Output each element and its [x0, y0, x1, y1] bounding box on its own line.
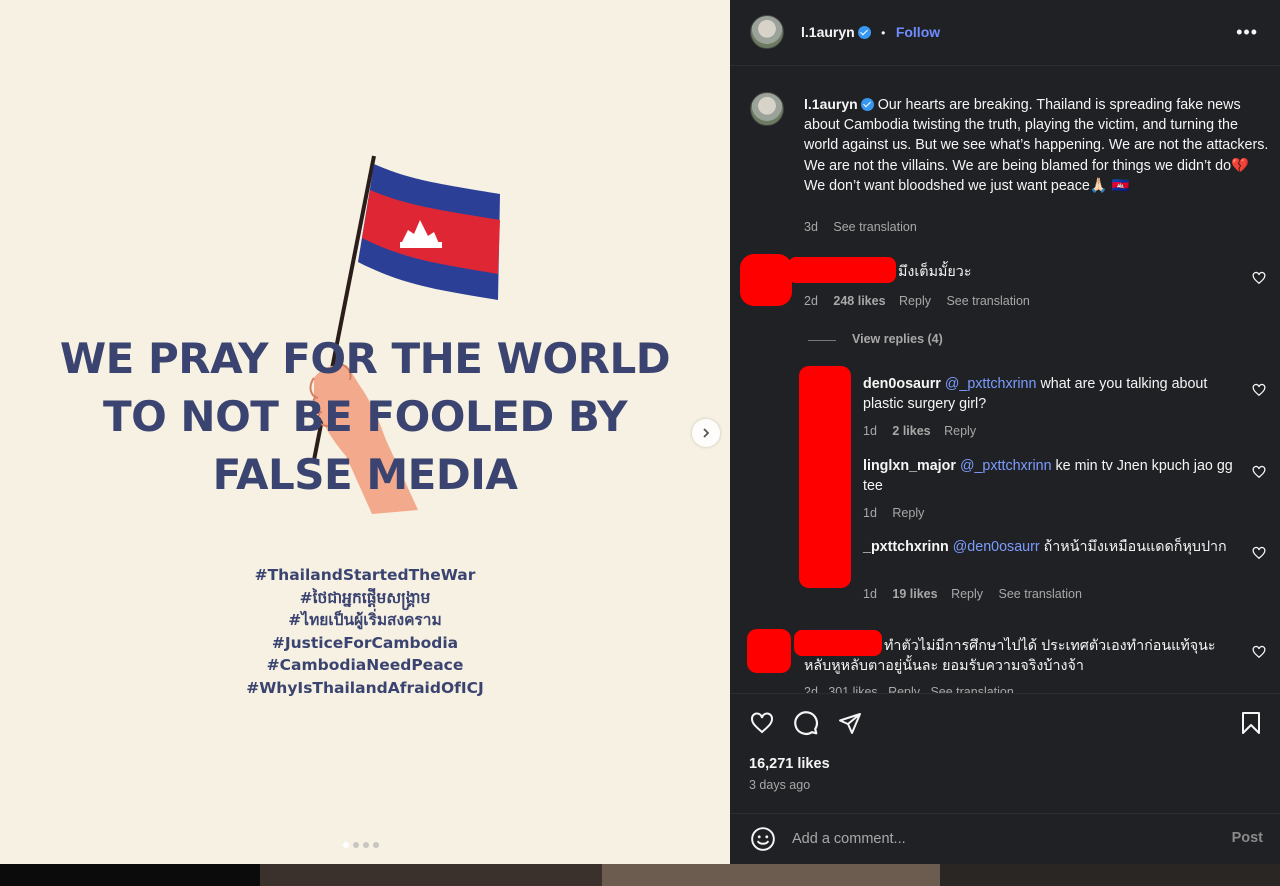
save-bookmark-icon[interactable] [1240, 711, 1262, 735]
post-sidebar: l.1auryn • Follow ••• l.1auryn Our heart… [730, 0, 1280, 864]
like-count[interactable]: 16,271 likes [749, 756, 830, 772]
add-comment-bar: Post [730, 813, 1280, 864]
mention-link[interactable]: @_pxttchxrinn [960, 458, 1052, 474]
username-link[interactable]: l.1auryn [801, 24, 855, 40]
redacted-username [788, 257, 896, 283]
redacted-avatar [740, 254, 792, 306]
hashtag: #ថៃជាអ្នកផ្តើមសង្គ្រាម [299, 588, 431, 607]
more-options-icon[interactable]: ••• [1236, 22, 1258, 43]
caption-username[interactable]: l.1auryn [804, 96, 858, 112]
reply-link[interactable]: Reply [944, 424, 976, 438]
hashtag: #ไทยเป็นผู้เริ่มสงคราม [288, 611, 442, 629]
chevron-right-icon [703, 428, 710, 438]
like-heart-icon[interactable] [749, 711, 775, 735]
redacted-reply-avatars [799, 366, 851, 588]
separator: • [881, 26, 886, 40]
avatar[interactable] [750, 92, 784, 126]
emoji-icon[interactable] [750, 826, 776, 852]
comment-input[interactable] [792, 828, 1192, 850]
heart-icon[interactable] [1252, 383, 1266, 397]
carousel-dot [343, 842, 349, 848]
see-translation-link[interactable]: See translation [833, 220, 916, 234]
verified-badge-icon [860, 98, 874, 111]
caption: l.1auryn Our hearts are breaking. Thaila… [804, 94, 1269, 196]
see-translation-link[interactable]: See translation [999, 587, 1082, 601]
next-image-button[interactable] [692, 419, 720, 447]
background-feed-strip [0, 864, 1280, 886]
comment-time: 2d [804, 294, 818, 308]
post-image: WE PRAY FOR THE WORLD TO NOT BE FOOLED B… [0, 0, 730, 864]
reply-text: _pxttchxrinn @den0osaurr ถ้าหน้ามึงเหมือ… [863, 537, 1235, 557]
hashtag-list: #ThailandStartedTheWar #ថៃជាអ្នកផ្តើមសង្… [0, 564, 730, 699]
comments-section[interactable]: l.1auryn Our hearts are breaking. Thaila… [730, 67, 1280, 693]
post-comment-button[interactable]: Post [1232, 830, 1263, 846]
hashtag: #JusticeForCambodia [271, 633, 459, 652]
comment-text: มึงเต็มมั้ยวะ [898, 264, 972, 280]
reply-text: den0osaurr @_pxttchxrinn what are you ta… [863, 374, 1235, 414]
reply-body: ถ้าหน้ามึงเหมือนแดดก็หุบปาก [1039, 539, 1227, 555]
share-paper-plane-icon[interactable] [837, 711, 863, 735]
verified-badge-icon [857, 26, 871, 39]
heart-icon[interactable] [1252, 645, 1266, 659]
action-bar: 16,271 likes 3 days ago [730, 693, 1280, 813]
caption-text: Our hearts are breaking. Thailand is spr… [804, 97, 1269, 194]
caption-time: 3d [804, 220, 818, 234]
mention-link[interactable]: @_pxttchxrinn [945, 376, 1037, 392]
heart-icon[interactable] [1252, 546, 1266, 560]
reply-meta: 1d 2 likes Reply [863, 424, 988, 438]
reply-username[interactable]: _pxttchxrinn [863, 539, 949, 555]
see-translation-link[interactable]: See translation [946, 294, 1029, 308]
post-header: l.1auryn • Follow ••• [730, 0, 1280, 66]
carousel-dot [373, 842, 379, 848]
reply-link[interactable]: Reply [951, 587, 983, 601]
heart-icon[interactable] [1252, 465, 1266, 479]
reply-meta: 1d 19 likes Reply See translation [863, 587, 1094, 601]
carousel-dot [363, 842, 369, 848]
reply-time: 1d [863, 424, 877, 438]
hashtag: #ThailandStartedTheWar [254, 566, 476, 584]
reply-time: 1d [863, 506, 877, 520]
comment-meta: 2d 248 likes Reply See translation [804, 294, 1042, 308]
carousel-dot [353, 842, 359, 848]
heart-icon[interactable] [1252, 271, 1266, 285]
header-user-line: l.1auryn • Follow [801, 24, 940, 42]
reply-link[interactable]: Reply [899, 294, 931, 308]
comment-likes[interactable]: 248 likes [833, 294, 885, 308]
reply-text: linglxn_major @_pxttchxrinn ke min tv Jn… [863, 456, 1235, 496]
reply-time: 1d [863, 587, 877, 601]
reply-username[interactable]: linglxn_major [863, 458, 956, 474]
comment-meta: 2d 301 likes Reply See translation [804, 685, 1014, 693]
comment-text: ทำตัวไม่มีการศึกษาไปได้ ประเทศตัวเองทำก่… [804, 638, 1216, 675]
post-timestamp: 3 days ago [749, 778, 811, 792]
comment-bubble-icon[interactable] [793, 710, 819, 736]
redacted-avatar [747, 629, 791, 673]
reply-likes[interactable]: 2 likes [892, 424, 930, 438]
hashtag: #CambodiaNeedPeace [266, 656, 464, 674]
replies-divider [808, 340, 836, 341]
reply-likes[interactable]: 19 likes [892, 587, 937, 601]
caption-meta: 3d See translation [804, 220, 929, 234]
avatar[interactable] [750, 15, 784, 49]
hashtag: #WhyIsThailandAfraidOfICJ [246, 678, 484, 697]
headline: WE PRAY FOR THE WORLD TO NOT BE FOOLED B… [59, 334, 671, 499]
follow-button[interactable]: Follow [896, 24, 940, 40]
reply-username[interactable]: den0osaurr [863, 376, 941, 392]
reply-meta: 1d Reply [863, 506, 936, 520]
mention-link[interactable]: @den0osaurr [953, 539, 1040, 555]
view-replies-button[interactable]: View replies (4) [852, 332, 943, 346]
reply-link[interactable]: Reply [892, 506, 924, 520]
carousel-indicator [343, 842, 379, 848]
